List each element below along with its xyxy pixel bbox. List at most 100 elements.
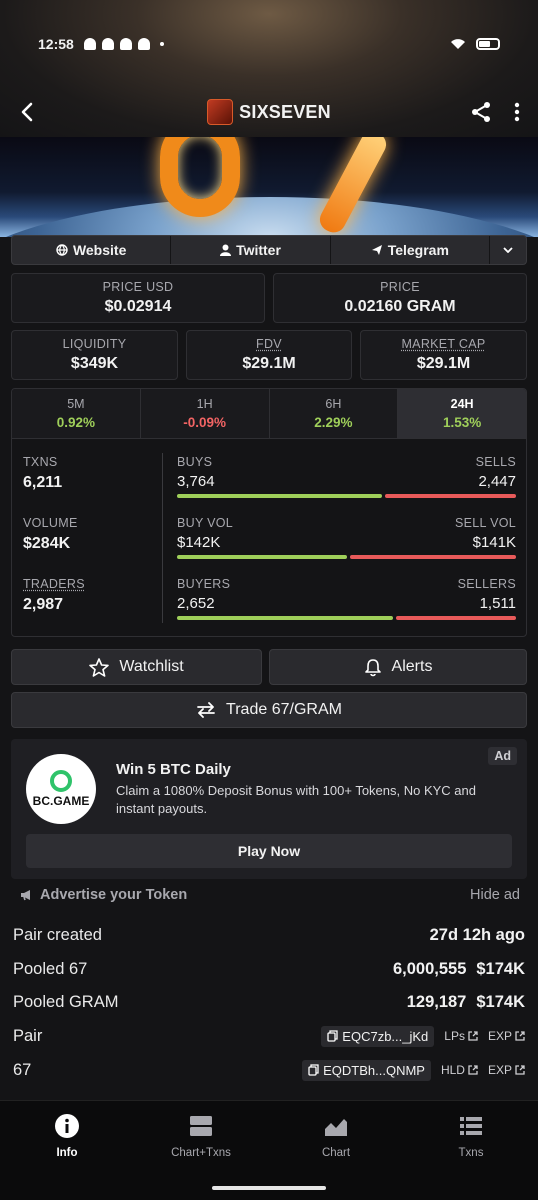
buys-bar-fill	[177, 494, 383, 498]
sell-vol-bar-fill	[350, 555, 516, 559]
tab-1h[interactable]: 1H -0.09%	[140, 389, 270, 438]
ad-logo[interactable]: BC.GAME	[26, 754, 96, 824]
external-link-icon	[468, 1065, 478, 1075]
pair-address-copy-button[interactable]: EQC7zb..._jKd	[321, 1025, 435, 1047]
stats-divider	[162, 453, 163, 623]
fdv-card[interactable]: FDV $29.1M	[186, 330, 352, 380]
market-cap-label: MARKET CAP	[401, 337, 486, 351]
tab-change: 2.29%	[314, 415, 353, 430]
volume-bar	[177, 555, 516, 559]
copy-icon	[327, 1030, 338, 1042]
watchlist-label: Watchlist	[119, 658, 184, 675]
top-nav: SIXSEVEN	[0, 92, 538, 132]
alerts-button[interactable]: Alerts	[269, 649, 527, 685]
ad-brand: BC.GAME	[32, 794, 90, 808]
pair-lps-link[interactable]: LPs	[444, 1029, 478, 1043]
bottom-navigation: Info Chart+Txns Chart Txns	[0, 1100, 538, 1200]
ad-card: Ad BC.GAME Win 5 BTC Daily Claim a 1080%…	[11, 739, 527, 879]
snapchat-icon	[83, 38, 96, 50]
social-links-bar: Website Twitter Telegram	[11, 235, 527, 265]
token-hld-link[interactable]: HLD	[441, 1063, 478, 1077]
tab-label: 24H	[450, 397, 474, 411]
home-indicator[interactable]	[212, 1186, 326, 1190]
megaphone-icon	[21, 890, 30, 901]
status-bar: 12:58	[0, 30, 538, 58]
volume-metric: VOLUME $284K	[23, 516, 78, 553]
market-cap-value: $29.1M	[416, 355, 471, 372]
sells-label: SELLS	[475, 455, 516, 469]
token-exp-link[interactable]: EXP	[488, 1063, 525, 1077]
sellers-value: 1,511	[479, 595, 516, 612]
tab-change: -0.09%	[183, 415, 227, 430]
buyers-label: BUYERS	[177, 577, 231, 591]
nav-txns[interactable]: Txns	[421, 1113, 521, 1159]
nav-txns-label: Txns	[458, 1147, 484, 1159]
nav-chart-txns-label: Chart+Txns	[171, 1147, 231, 1159]
list-icon	[460, 1117, 482, 1135]
more-vertical-icon[interactable]	[514, 102, 520, 122]
advertise-label: Advertise your Token	[40, 887, 188, 903]
price-usd-card: PRICE USD $0.02914	[11, 273, 265, 323]
website-link[interactable]: Website	[12, 236, 172, 264]
pooled-token-usd: $174K	[476, 959, 525, 978]
tab-5m[interactable]: 5M 0.92%	[12, 389, 141, 438]
fdv-value: $29.1M	[242, 355, 296, 372]
buy-vol-value: $142K	[177, 534, 221, 551]
tab-6h[interactable]: 6H 2.29%	[269, 389, 399, 438]
tab-24h[interactable]: 24H 1.53%	[398, 389, 526, 438]
market-cap-card[interactable]: MARKET CAP $29.1M	[360, 330, 527, 380]
info-icon	[55, 1114, 79, 1138]
nav-info-label: Info	[56, 1147, 78, 1159]
copy-icon	[308, 1064, 319, 1076]
hide-ad-link[interactable]: Hide ad	[470, 887, 520, 903]
share-icon[interactable]	[470, 101, 492, 123]
pair-created-label: Pair created	[13, 925, 102, 944]
pooled-quote-amount: 129,187	[406, 992, 467, 1011]
tab-change: 0.92%	[56, 415, 96, 430]
txns-value: 6,211	[23, 474, 63, 491]
buyers-value: 2,652	[177, 595, 215, 612]
nav-chart[interactable]: Chart	[286, 1113, 386, 1159]
advertise-token-link[interactable]: Advertise your Token	[20, 887, 187, 903]
layout-split-icon	[190, 1116, 212, 1136]
token-title: SIXSEVEN	[239, 101, 331, 122]
twitter-link[interactable]: Twitter	[171, 236, 331, 264]
links-more-button[interactable]	[490, 236, 526, 264]
watchlist-button[interactable]: Watchlist	[11, 649, 262, 685]
area-chart-icon	[325, 1119, 347, 1136]
telegram-label: Telegram	[387, 242, 449, 258]
price-native-value: 0.02160 GRAM	[344, 298, 456, 315]
traders-metric[interactable]: TRADERS 2,987	[23, 577, 85, 614]
pair-exp-link[interactable]: EXP	[488, 1029, 525, 1043]
buys-sells-split: BUYS SELLS 3,764 2,447	[177, 455, 516, 498]
website-label: Website	[72, 242, 127, 258]
volume-value: $284K	[23, 535, 71, 552]
trade-button[interactable]: Trade 67/GRAM	[11, 692, 527, 728]
status-time: 12:58	[38, 36, 74, 52]
buyvol-sellvol-split: BUY VOL SELL VOL $142K $141K	[177, 516, 516, 559]
pair-address: EQC7zb..._jKd	[342, 1028, 429, 1044]
pair-created-value: 27d 12h ago	[429, 925, 525, 944]
back-icon[interactable]	[18, 102, 38, 122]
buy-vol-label: BUY VOL	[177, 516, 234, 530]
price-native-label: PRICE	[380, 280, 420, 294]
external-link-icon	[515, 1065, 525, 1075]
nav-info[interactable]: Info	[17, 1113, 117, 1159]
globe-icon	[56, 244, 68, 256]
token-logo	[207, 99, 234, 125]
pooled-quote-usd: $174K	[476, 992, 525, 1011]
nav-chart-txns[interactable]: Chart+Txns	[151, 1113, 251, 1159]
volume-label: VOLUME	[23, 516, 78, 530]
tab-label: 6H	[325, 397, 342, 411]
token-label: 67	[13, 1060, 32, 1079]
telegram-link[interactable]: Telegram	[331, 236, 490, 264]
pooled-token-row: Pooled 67 6,000,555 $174K	[13, 958, 525, 980]
bc-game-logo-icon	[50, 770, 72, 792]
swap-arrows-icon	[197, 702, 215, 718]
txns-metric: TXNS 6,211	[23, 455, 62, 492]
token-address-copy-button[interactable]: EQDTBh...QNMP	[302, 1059, 431, 1081]
traders-value: 2,987	[23, 596, 64, 613]
tab-change: 1.53%	[442, 415, 482, 430]
ad-play-now-button[interactable]: Play Now	[26, 834, 512, 868]
buys-label: BUYS	[177, 455, 213, 469]
